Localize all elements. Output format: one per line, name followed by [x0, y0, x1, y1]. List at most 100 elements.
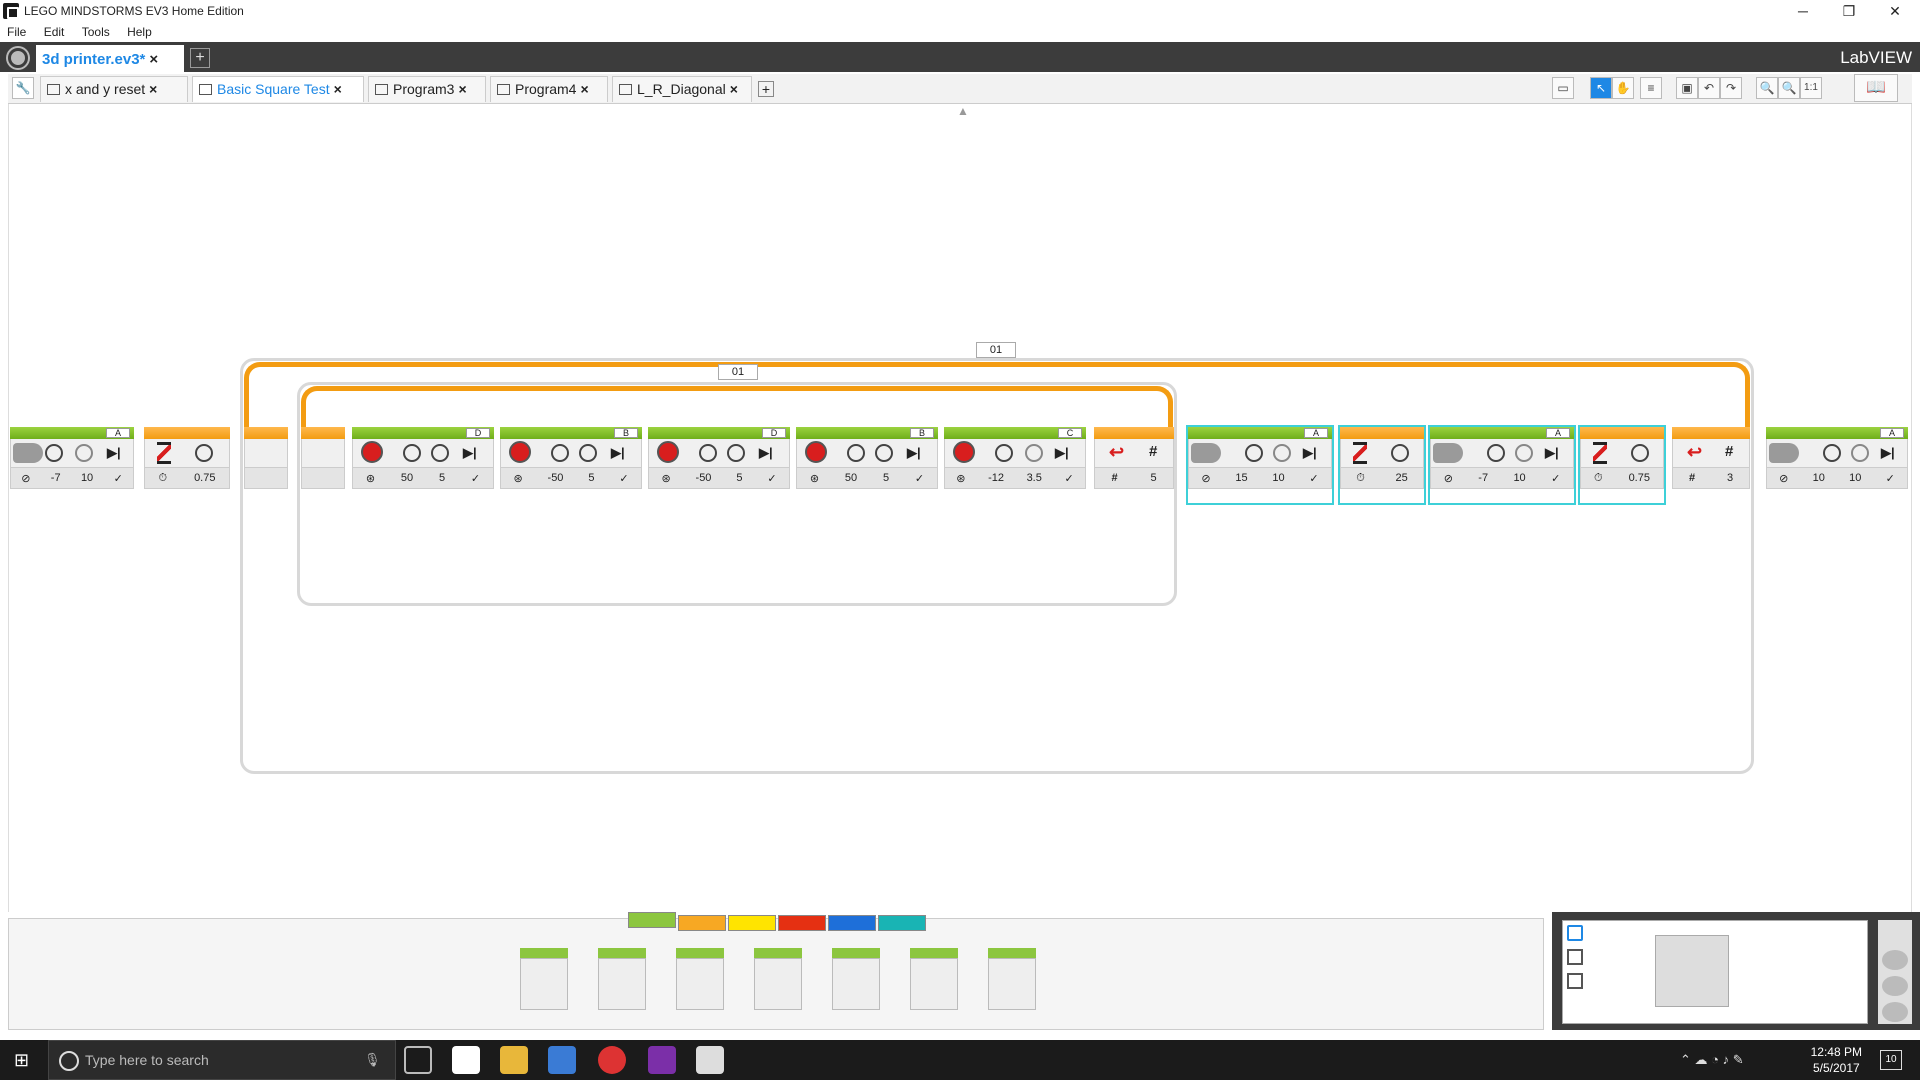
tab-basic-square-test[interactable]: Basic Square Test ×	[192, 76, 364, 102]
close-icon[interactable]: ×	[149, 51, 158, 68]
comment-icon[interactable]: ≡	[1640, 77, 1662, 99]
medium-motor-block[interactable]: D ▶| ⊛ 50 5 ✓	[352, 427, 494, 503]
pointer-icon[interactable]: ↖	[1590, 77, 1612, 99]
power-icon	[699, 444, 717, 462]
inner-loop-end-block[interactable]: ↩ # #5	[1094, 427, 1174, 503]
zoom-reset-icon[interactable]: 1:1	[1800, 77, 1822, 99]
port-label[interactable]: A	[1546, 428, 1570, 438]
large-motor-block[interactable]: A ▶| ⊘ 15 10 ✓	[1186, 425, 1334, 505]
wait-block[interactable]: ⏱ 0.75	[1578, 425, 1666, 505]
add-project-button[interactable]: +	[190, 48, 210, 68]
port-label[interactable]: D	[762, 428, 786, 438]
medium-motor-block[interactable]: B ▶| ⊛ -50 5 ✓	[500, 427, 642, 503]
project-properties-icon[interactable]	[8, 48, 28, 68]
port-label[interactable]: C	[1058, 428, 1082, 438]
search-input[interactable]: Type here to search	[48, 1040, 396, 1080]
close-icon[interactable]: ×	[730, 81, 738, 97]
notification-center-icon[interactable]: 10	[1880, 1050, 1902, 1070]
wait-block[interactable]: ⏱ 0.75	[144, 427, 230, 503]
mindstorms-icon[interactable]	[696, 1046, 724, 1074]
save-icon[interactable]: ▣	[1676, 77, 1698, 99]
medium-motor-block[interactable]: D ▶| ⊛ -50 5 ✓	[648, 427, 790, 503]
large-motor-block[interactable]: A ▶| ⊘ -7 10 ✓	[1428, 425, 1576, 505]
windows-start-icon[interactable]: ⊞	[14, 1050, 29, 1071]
task-view-icon[interactable]	[404, 1046, 432, 1074]
project-tab[interactable]: 3d printer.ev3* ×	[36, 45, 184, 72]
close-icon[interactable]: ×	[458, 81, 466, 97]
available-bricks-icon[interactable]	[1567, 973, 1583, 989]
tab-program3[interactable]: Program3 ×	[368, 76, 486, 102]
palette-large-motor[interactable]	[598, 948, 646, 1012]
scroll-up-icon[interactable]: ▲	[957, 104, 969, 118]
menu-tools[interactable]: Tools	[75, 22, 117, 39]
palette-tab-advanced[interactable]	[828, 915, 876, 931]
palette-tab-action[interactable]	[628, 912, 676, 928]
port-label[interactable]: A	[1304, 428, 1328, 438]
close-icon[interactable]: ×	[580, 81, 588, 97]
download-icon[interactable]	[1882, 950, 1908, 970]
tab-x-and-y-reset[interactable]: x and y reset ×	[40, 76, 188, 102]
palette-brick-status-light[interactable]	[988, 948, 1036, 1012]
close-icon[interactable]: ×	[334, 81, 342, 97]
palette-tab-sensor[interactable]	[728, 915, 776, 931]
medium-motor-block[interactable]: C ▶| ⊛ -12 3.5 ✓	[944, 427, 1086, 503]
inner-loop-start[interactable]	[301, 427, 345, 503]
large-motor-block[interactable]: A ▶| ⊘ 10 10 ✓	[1766, 427, 1908, 503]
port-label[interactable]: B	[910, 428, 934, 438]
program-icon	[47, 84, 60, 95]
power-icon	[45, 444, 63, 462]
tab-program4[interactable]: Program4 ×	[490, 76, 608, 102]
large-motor-block[interactable]: A ▶| ⊘ -7 10 ✓	[10, 427, 134, 503]
ev3-controls	[1878, 920, 1912, 1024]
microphone-icon[interactable]: 🎙	[364, 1052, 381, 1068]
ports-icon[interactable]	[1567, 949, 1583, 965]
outer-loop-start[interactable]	[244, 427, 288, 503]
pan-icon[interactable]: ✋	[1612, 77, 1634, 99]
zoom-out-icon[interactable]: 🔍	[1756, 77, 1778, 99]
port-label[interactable]: D	[466, 428, 490, 438]
run-icon[interactable]	[1882, 976, 1908, 996]
lobby-book-icon[interactable]: 📖	[1854, 74, 1898, 102]
close-icon[interactable]: ×	[149, 81, 157, 97]
program-icon	[199, 84, 212, 95]
wait-block[interactable]: ⏱ 25	[1338, 425, 1426, 505]
run-selected-icon[interactable]	[1882, 1002, 1908, 1022]
menu-file[interactable]: File	[0, 22, 33, 39]
close-button[interactable]: ✕	[1872, 0, 1918, 22]
port-label[interactable]: B	[614, 428, 638, 438]
palette-tab-data[interactable]	[778, 915, 826, 931]
chrome-icon[interactable]	[598, 1046, 626, 1074]
wrench-icon[interactable]: 🔧	[12, 77, 34, 99]
palette-sound[interactable]	[910, 948, 958, 1012]
loop-count[interactable]: 5	[1150, 472, 1156, 484]
restore-button[interactable]: ❐	[1826, 0, 1872, 22]
content-editor-icon[interactable]: ▭	[1552, 77, 1574, 99]
medium-motor-block[interactable]: B ▶| ⊛ 50 5 ✓	[796, 427, 938, 503]
port-label[interactable]: A	[1880, 428, 1904, 438]
palette-medium-motor[interactable]	[520, 948, 568, 1012]
store-icon[interactable]	[548, 1046, 576, 1074]
info-icon[interactable]	[1567, 925, 1583, 941]
port-label[interactable]: A	[106, 428, 130, 438]
onenote-icon[interactable]	[648, 1046, 676, 1074]
palette-move-tank[interactable]	[754, 948, 802, 1012]
redo-icon[interactable]: ↷	[1720, 77, 1742, 99]
palette-tab-myblocks[interactable]	[878, 915, 926, 931]
tray-icons[interactable]: ⌃ ☁ ◔ ♪ ✎	[1680, 1052, 1744, 1068]
undo-icon[interactable]: ↶	[1698, 77, 1720, 99]
tab-l-r-diagonal[interactable]: L_R_Diagonal ×	[612, 76, 752, 102]
add-program-button[interactable]: +	[758, 81, 774, 97]
palette-display[interactable]	[832, 948, 880, 1012]
file-explorer-icon[interactable]	[500, 1046, 528, 1074]
menu-edit[interactable]: Edit	[37, 22, 72, 39]
paint-icon[interactable]	[452, 1046, 480, 1074]
clock[interactable]: 12:48 PM 5/5/2017	[1811, 1044, 1862, 1076]
loop-count[interactable]: 3	[1727, 472, 1733, 484]
menu-help[interactable]: Help	[120, 22, 159, 39]
minimize-button[interactable]: ─	[1780, 0, 1826, 22]
outer-loop-end-block[interactable]: ↩ # #3	[1672, 427, 1750, 503]
palette-tab-flow[interactable]	[678, 915, 726, 931]
canvas-overview[interactable]	[1655, 935, 1729, 1007]
zoom-in-icon[interactable]: 🔍	[1778, 77, 1800, 99]
palette-move-steering[interactable]	[676, 948, 724, 1012]
